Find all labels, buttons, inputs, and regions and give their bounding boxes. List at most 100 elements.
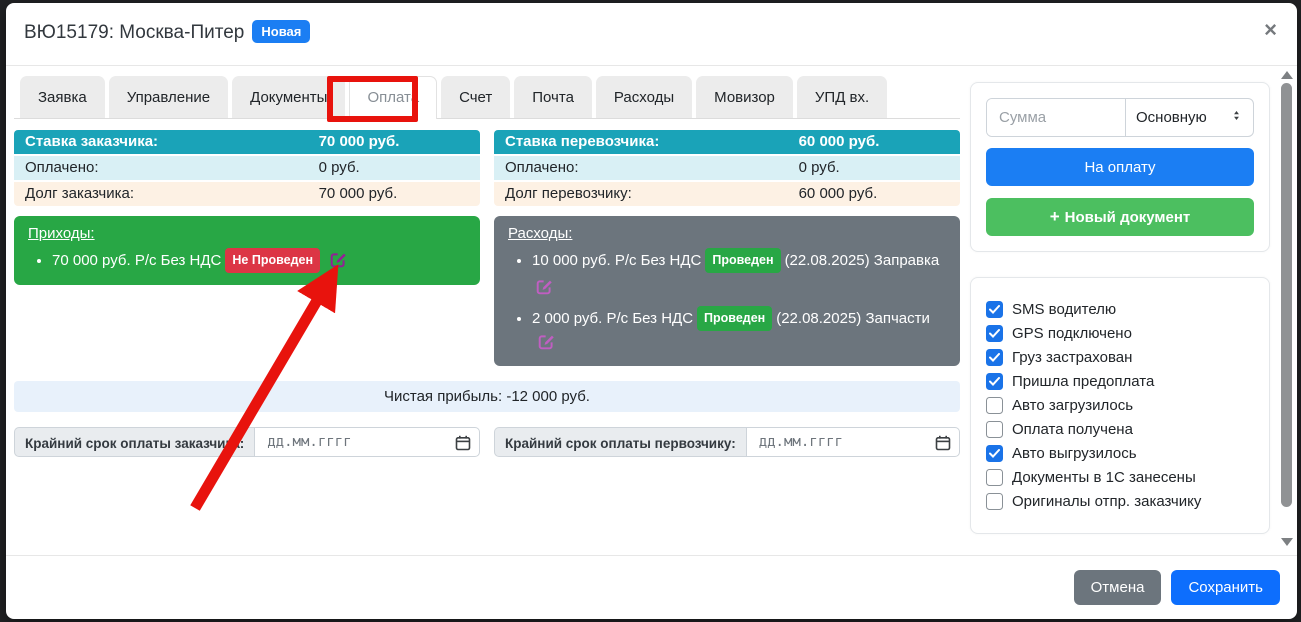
checkbox-gps[interactable]: GPS подключено [986,325,1254,342]
calendar-icon[interactable] [455,435,471,451]
order-modal: ВЮ15179: Москва-Питер Новая × Заявка Упра… [6,3,1297,619]
expense-item-text: 10 000 руб. Р/с Без НДС [532,252,701,269]
table-row: Оплачено: 0 руб. [14,155,480,181]
carrier-summary-table: Ставка перевозчика: 60 000 руб. Оплачено… [494,130,960,206]
customer-summary-table: Ставка заказчика: 70 000 руб. Оплачено: … [14,130,480,206]
calendar-icon[interactable] [935,435,951,451]
tab-movizor[interactable]: Мовизор [696,76,793,118]
checkbox-label: Оплата получена [1012,421,1133,438]
cancel-button[interactable]: Отмена [1074,570,1162,605]
table-row: Ставка перевозчика: 60 000 руб. [494,130,960,155]
expense-item: 2 000 руб. Р/с Без НДСПроведен(22.08.202… [532,306,946,355]
tab-upd-vkh[interactable]: УПД вх. [797,76,887,118]
main-content: Заявка Управление Документы Оплата Счет … [14,76,960,457]
scrollbar-thumb[interactable] [1281,83,1292,507]
checkbox-payment-received[interactable]: Оплата получена [986,421,1254,438]
checkbox-icon[interactable] [986,373,1003,390]
checkbox-icon[interactable] [986,469,1003,486]
checkbox-docs-1c[interactable]: Документы в 1С занесены [986,469,1254,486]
expenses-box: Расходы: 10 000 руб. Р/с Без НДСПроведен… [494,216,960,366]
tab-dokumenty[interactable]: Документы [232,76,345,118]
tab-upravlenie[interactable]: Управление [109,76,228,118]
new-document-button[interactable]: + Новый документ [986,198,1254,236]
checkbox-label: Документы в 1С занесены [1012,469,1196,486]
carrier-deadline-label: Крайний срок оплаты первозчику: [494,427,746,457]
customer-rate-label: Ставка заказчика: [14,130,308,155]
customer-deadline-label: Крайний срок оплаты заказчика: [14,427,254,457]
checkbox-icon[interactable] [986,349,1003,366]
sidebar: Основную На оплату + Новый документ SMS в… [970,82,1270,534]
checkbox-icon[interactable] [986,325,1003,342]
pay-button[interactable]: На оплату [986,148,1254,186]
edit-income-icon[interactable] [330,251,347,268]
edit-expense-icon[interactable] [536,278,553,295]
amount-input[interactable] [987,99,1125,136]
carrier-paid-label: Оплачено: [494,155,788,181]
tab-bar: Заявка Управление Документы Оплата Счет … [14,76,960,119]
customer-paid-label: Оплачено: [14,155,308,181]
expense-item-suffix: (22.08.2025) Заправка [785,252,940,269]
checkbox-icon[interactable] [986,493,1003,510]
customer-deadline-input[interactable] [254,427,480,457]
new-document-label: Новый документ [1065,209,1191,226]
save-button[interactable]: Сохранить [1171,570,1280,605]
expense-item-suffix: (22.08.2025) Запчасти [776,310,930,327]
table-row: Долг перевозчику: 60 000 руб. [494,181,960,206]
checkbox-cargo-insured[interactable]: Груз застрахован [986,349,1254,366]
scroll-up-arrow-icon[interactable] [1281,71,1293,79]
checkbox-label: Пришла предоплата [1012,373,1154,390]
customer-deadline-group: Крайний срок оплаты заказчика: [14,427,480,457]
checkbox-unloaded[interactable]: Авто выгрузилось [986,445,1254,462]
account-select[interactable]: Основную [1125,99,1253,136]
carrier-debt-value: 60 000 руб. [788,181,960,206]
tab-pochta[interactable]: Почта [514,76,592,118]
checkbox-icon[interactable] [986,421,1003,438]
income-item-text: 70 000 руб. Р/с Без НДС [52,252,221,269]
customer-rate-value: 70 000 руб. [308,130,480,155]
edit-expense-icon[interactable] [538,333,555,350]
incomes-box: Приходы: 70 000 руб. Р/с Без НДСНе Прове… [14,216,480,285]
income-item: 70 000 руб. Р/с Без НДСНе Проведен [52,248,466,273]
checkbox-loaded[interactable]: Авто загрузилось [986,397,1254,414]
checkbox-originals[interactable]: Оригиналы отпр. заказчику [986,493,1254,510]
carrier-deadline-group: Крайний срок оплаты первозчику: [494,427,960,457]
checkbox-label: Авто выгрузилось [1012,445,1137,462]
expense-status-badge: Проведен [705,248,780,273]
modal-header: ВЮ15179: Москва-Питер Новая × [6,3,1297,66]
deadline-row: Крайний срок оплаты заказчика: [14,427,960,457]
rates-summary-row: Ставка заказчика: 70 000 руб. Оплачено: … [14,130,960,206]
tab-raskhody[interactable]: Расходы [596,76,692,118]
select-arrows-icon [1230,109,1243,126]
modal-body: Заявка Управление Документы Оплата Счет … [6,67,1297,555]
checkbox-label: Оригиналы отпр. заказчику [1012,493,1201,510]
money-boxes-row: Приходы: 70 000 руб. Р/с Без НДСНе Прове… [14,216,960,366]
status-badge: Новая [252,20,310,43]
plus-icon: + [1050,207,1060,226]
checkbox-label: SMS водителю [1012,301,1116,318]
checkbox-prepayment[interactable]: Пришла предоплата [986,373,1254,390]
checkbox-label: Авто загрузилось [1012,397,1133,414]
modal-footer: Отмена Сохранить [6,555,1297,619]
amount-group: Основную [986,98,1254,137]
checkbox-sms[interactable]: SMS водителю [986,301,1254,318]
tab-oplata[interactable]: Оплата [349,76,437,119]
checkbox-icon[interactable] [986,397,1003,414]
tab-zayavka[interactable]: Заявка [20,76,105,118]
table-row: Долг заказчика: 70 000 руб. [14,181,480,206]
carrier-deadline-input[interactable] [746,427,960,457]
account-select-value: Основную [1136,109,1207,126]
carrier-paid-value: 0 руб. [788,155,960,181]
checkbox-label: GPS подключено [1012,325,1132,342]
table-row: Ставка заказчика: 70 000 руб. [14,130,480,155]
customer-debt-label: Долг заказчика: [14,181,308,206]
checkbox-label: Груз застрахован [1012,349,1132,366]
checkbox-icon[interactable] [986,301,1003,318]
page-title: ВЮ15179: Москва-Питер [24,22,244,43]
close-button[interactable]: × [1264,19,1277,41]
scroll-down-arrow-icon[interactable] [1281,538,1293,546]
carrier-rate-value: 60 000 руб. [788,130,960,155]
checkbox-icon[interactable] [986,445,1003,462]
tab-schet[interactable]: Счет [441,76,510,118]
customer-paid-value: 0 руб. [308,155,480,181]
scrollbar[interactable] [1280,67,1294,555]
